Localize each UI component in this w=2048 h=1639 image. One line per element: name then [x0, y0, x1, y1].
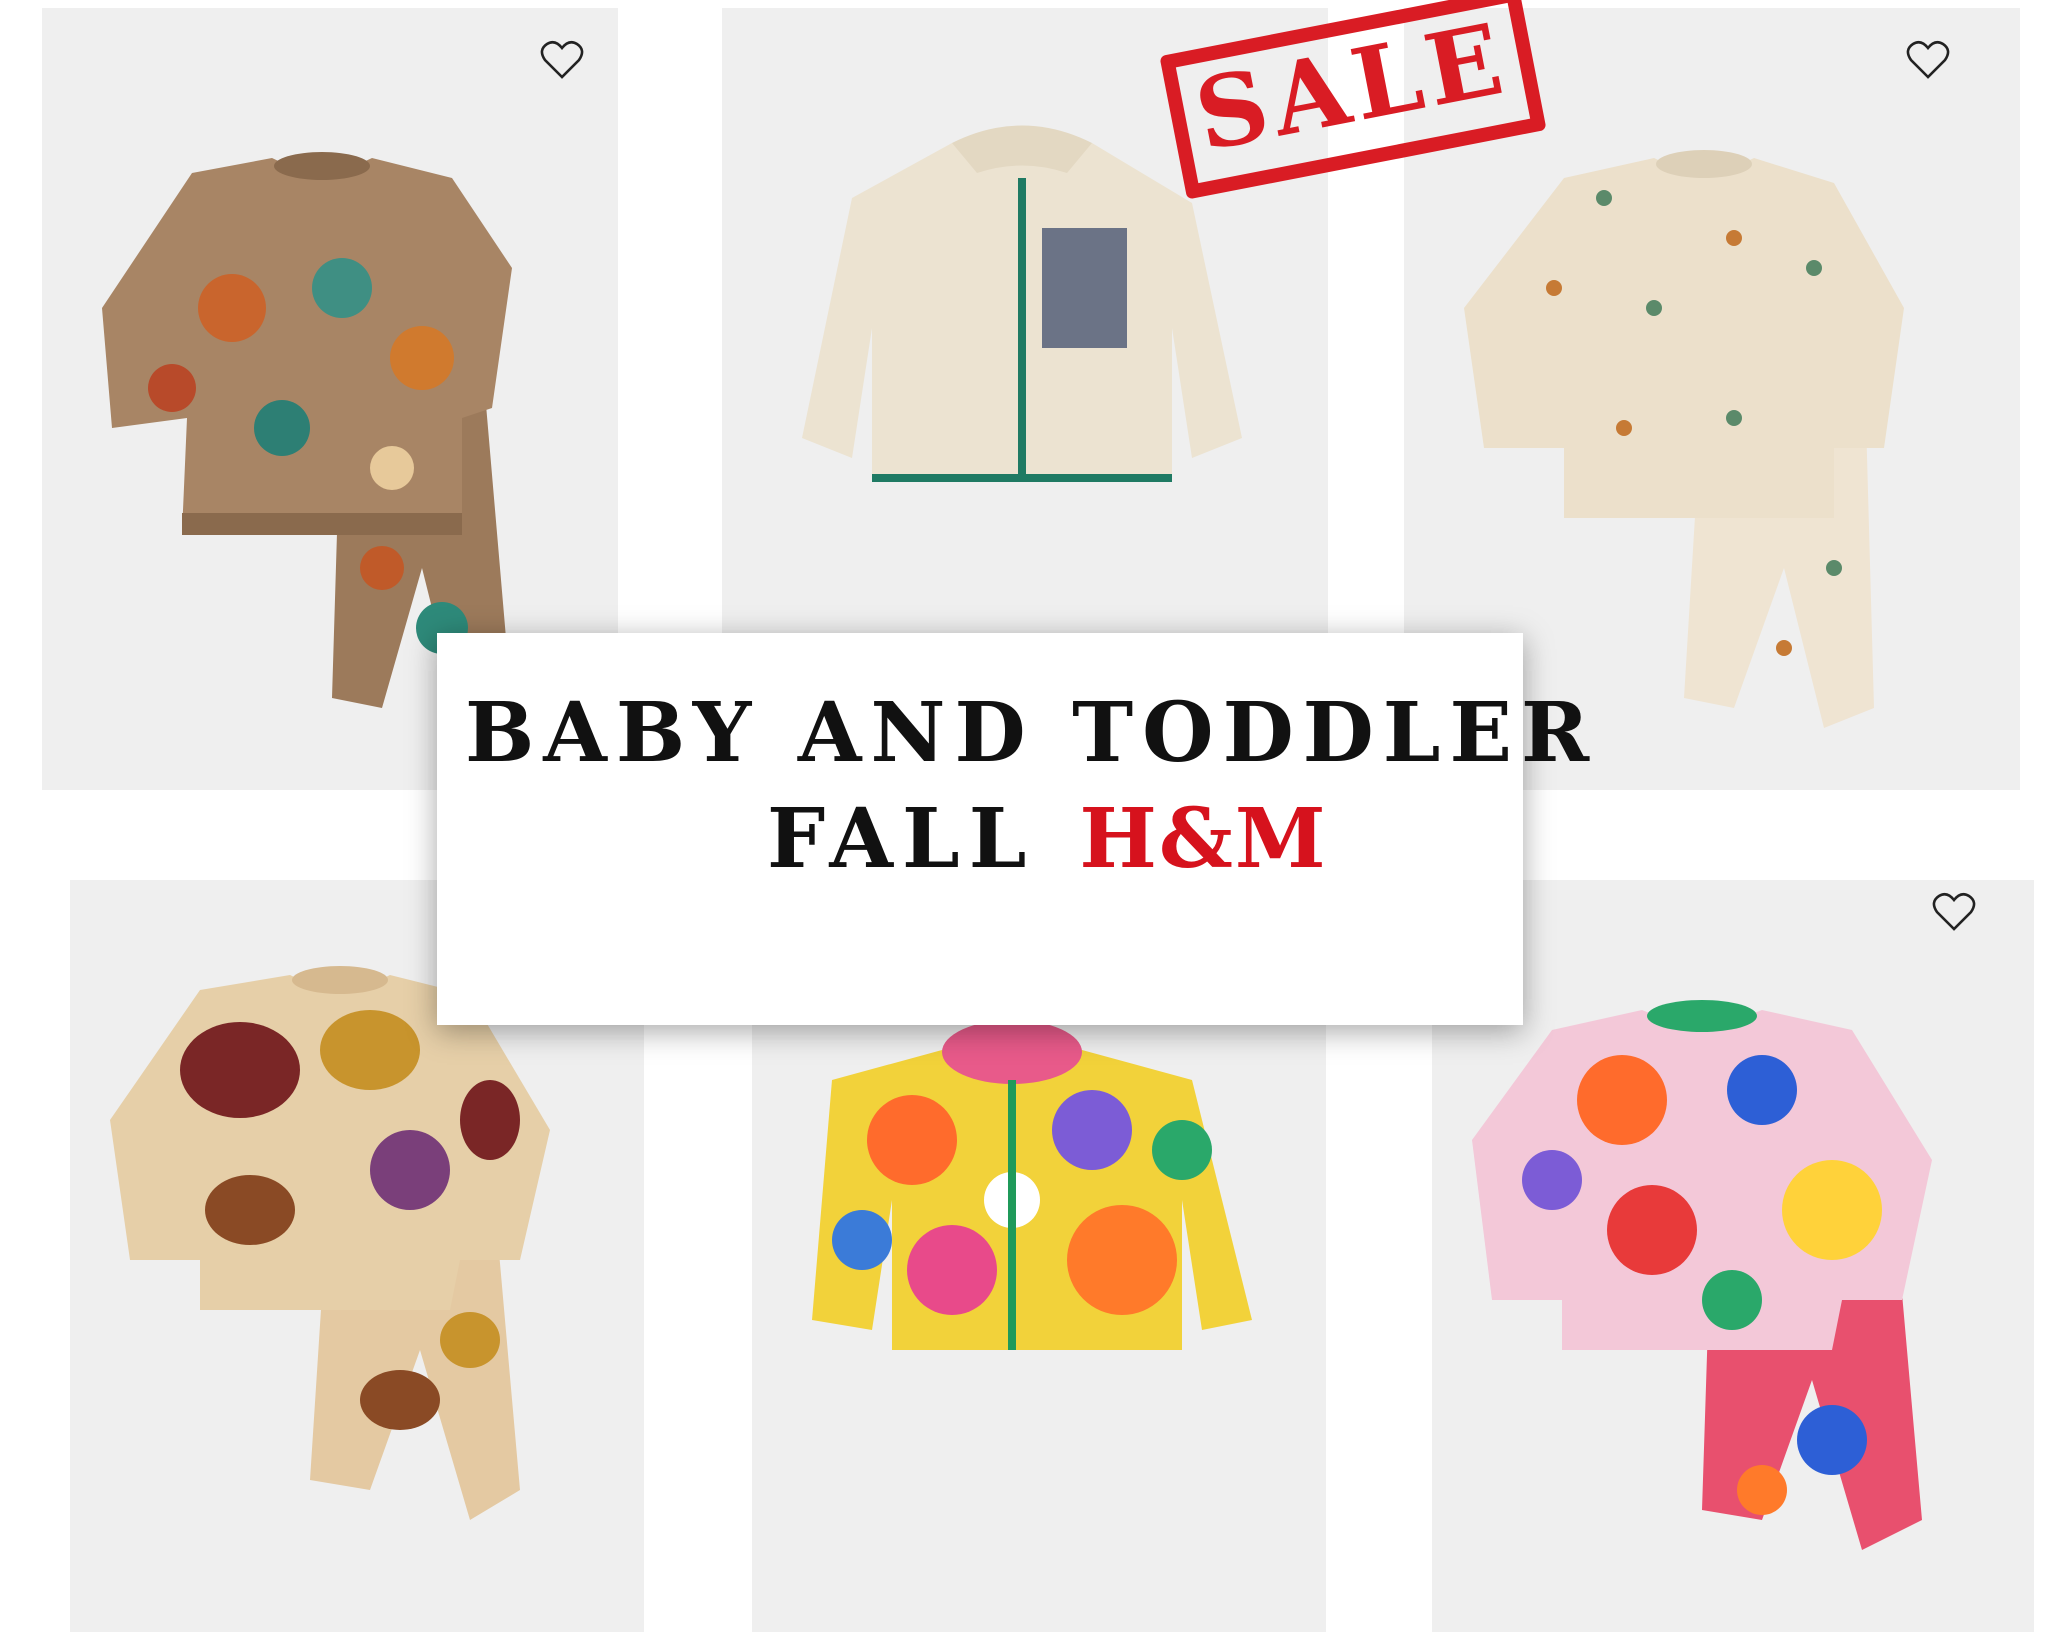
- title-line-2: FALL H&M: [437, 791, 1523, 887]
- brand-logo-text: H&M: [1079, 791, 1328, 887]
- title-word-fall: FALL: [767, 791, 1036, 887]
- favorite-heart-icon[interactable]: [540, 40, 584, 80]
- title-line-1: BABY AND TODDLER: [465, 685, 1599, 781]
- favorite-heart-icon[interactable]: [1906, 40, 1950, 80]
- favorite-heart-icon[interactable]: [1932, 892, 1976, 932]
- title-card: BABY AND TODDLER FALL H&M: [437, 633, 1599, 1025]
